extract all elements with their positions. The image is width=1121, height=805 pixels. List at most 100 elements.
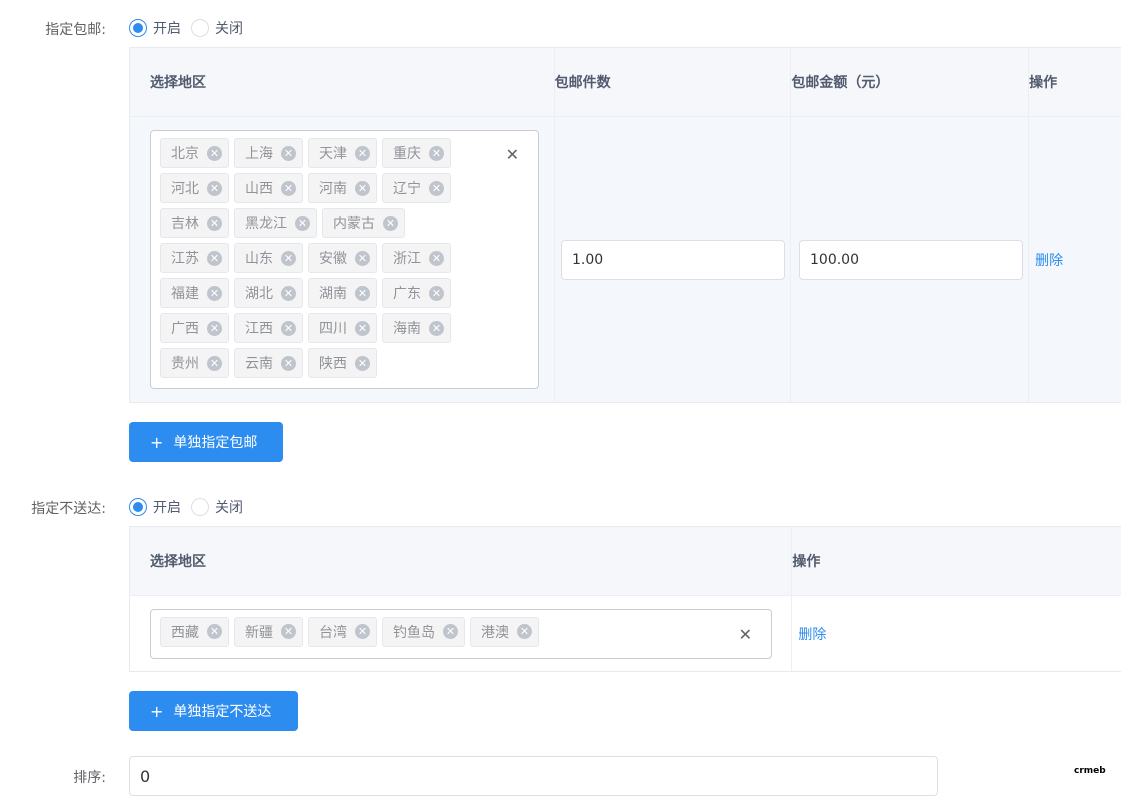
region-tag-label: 北京: [171, 146, 199, 162]
region-tag-label: 黑龙江: [245, 216, 287, 232]
action-cell: 删除: [1029, 117, 1121, 402]
shipping-count-input[interactable]: 1.00: [561, 240, 785, 280]
circle-x-icon[interactable]: ✕: [281, 320, 296, 336]
region-tag: 湖北 ✕: [234, 278, 303, 308]
sort-input[interactable]: 0: [129, 756, 938, 796]
column-header-action: 操作: [1029, 48, 1121, 117]
no-delivery-table: 选择地区 操作 西藏 ✕ 新疆 ✕ 台湾 ✕ 钓鱼岛 ✕ 港澳 ✕ ✕ 删除: [129, 526, 1121, 672]
region-tag-label: 广东: [393, 286, 421, 302]
region-tag-label: 安徽: [319, 251, 347, 267]
radio-on-label: 开启: [153, 500, 181, 516]
close-icon[interactable]: ✕: [739, 625, 752, 644]
region-tag-label: 钓鱼岛: [393, 624, 435, 641]
circle-x-icon[interactable]: ✕: [443, 624, 458, 639]
circle-x-icon[interactable]: ✕: [207, 285, 222, 301]
region-tag-label: 辽宁: [393, 181, 421, 197]
column-header-region: 选择地区: [130, 527, 793, 596]
add-no-delivery-button[interactable]: + 单独指定不送达: [129, 691, 298, 731]
region-tag-label: 河北: [171, 181, 199, 197]
column-header-count: 包邮件数: [554, 48, 792, 117]
region-tag: 湖南 ✕: [308, 278, 377, 308]
region-tag-label: 港澳: [481, 624, 509, 641]
circle-x-icon[interactable]: ✕: [281, 145, 296, 161]
region-tag-label: 陕西: [319, 356, 347, 372]
region-tag-label: 福建: [171, 286, 199, 302]
region-tag: 海南 ✕: [382, 313, 451, 343]
circle-x-icon[interactable]: ✕: [281, 624, 296, 639]
circle-x-icon[interactable]: ✕: [207, 145, 222, 161]
region-tags: 西藏 ✕ 新疆 ✕ 台湾 ✕ 钓鱼岛 ✕ 港澳 ✕: [160, 616, 760, 652]
delete-link[interactable]: 删除: [1035, 250, 1063, 270]
circle-x-icon[interactable]: ✕: [355, 285, 370, 301]
action-cell: 删除: [792, 596, 1121, 671]
region-tag: 贵州 ✕: [160, 348, 229, 378]
circle-x-icon[interactable]: ✕: [355, 180, 370, 196]
region-tag-label: 上海: [245, 146, 273, 162]
add-free-shipping-button[interactable]: + 单独指定包邮: [129, 422, 283, 462]
circle-x-icon[interactable]: ✕: [281, 250, 296, 266]
crmeb-logo: crmeb: [1074, 766, 1106, 776]
circle-x-icon[interactable]: ✕: [429, 285, 444, 301]
free-shipping-radio-on[interactable]: 开启: [129, 18, 181, 38]
column-header-action: 操作: [792, 527, 1121, 596]
no-delivery-radio-off[interactable]: 关闭: [191, 497, 243, 517]
circle-x-icon[interactable]: ✕: [207, 180, 222, 196]
region-tag: 上海 ✕: [234, 138, 303, 168]
circle-x-icon[interactable]: ✕: [429, 320, 444, 336]
region-tag-label: 海南: [393, 321, 421, 337]
region-tag-label: 贵州: [171, 356, 199, 372]
circle-x-icon[interactable]: ✕: [355, 320, 370, 336]
region-tag-label: 浙江: [393, 251, 421, 267]
circle-x-icon[interactable]: ✕: [355, 145, 370, 161]
circle-x-icon[interactable]: ✕: [207, 320, 222, 336]
delete-link[interactable]: 删除: [798, 624, 826, 644]
region-tag: 江苏 ✕: [160, 243, 229, 273]
close-icon[interactable]: ✕: [506, 145, 519, 164]
no-delivery-radio-on[interactable]: 开启: [129, 497, 181, 517]
region-tag: 河北 ✕: [160, 173, 229, 203]
circle-x-icon[interactable]: ✕: [207, 215, 222, 231]
free-shipping-radio-off[interactable]: 关闭: [191, 18, 243, 38]
radio-on-label: 开启: [153, 21, 181, 37]
circle-x-icon[interactable]: ✕: [355, 250, 370, 266]
circle-x-icon[interactable]: ✕: [429, 250, 444, 266]
add-no-delivery-label: 单独指定不送达: [173, 704, 272, 720]
circle-x-icon[interactable]: ✕: [281, 285, 296, 301]
circle-x-icon[interactable]: ✕: [355, 624, 370, 639]
circle-x-icon[interactable]: ✕: [429, 145, 444, 161]
region-cell: 西藏 ✕ 新疆 ✕ 台湾 ✕ 钓鱼岛 ✕ 港澳 ✕ ✕: [130, 596, 793, 671]
region-tag-label: 新疆: [245, 624, 273, 641]
column-header-region: 选择地区: [130, 48, 555, 117]
region-tag-label: 广西: [171, 321, 199, 337]
region-tag: 浙江 ✕: [382, 243, 451, 273]
circle-x-icon[interactable]: ✕: [281, 355, 296, 371]
region-tag-label: 湖北: [245, 286, 273, 302]
circle-x-icon[interactable]: ✕: [295, 215, 310, 231]
region-select[interactable]: 西藏 ✕ 新疆 ✕ 台湾 ✕ 钓鱼岛 ✕ 港澳 ✕ ✕: [150, 608, 772, 659]
circle-x-icon[interactable]: ✕: [383, 215, 398, 231]
region-tag: 辽宁 ✕: [382, 173, 451, 203]
region-tag: 黑龙江 ✕: [234, 208, 317, 238]
circle-x-icon[interactable]: ✕: [207, 624, 222, 639]
region-tag-label: 重庆: [393, 146, 421, 162]
region-tag-label: 江苏: [171, 251, 199, 267]
region-cell: 北京 ✕ 上海 ✕ 天津 ✕ 重庆 ✕ 河北 ✕ 山西 ✕ 河南 ✕ 辽宁 ✕ 吉林 ✕ 黑龙江 ✕ 内蒙古 ✕ 江苏 ✕ 山东…: [130, 117, 555, 402]
circle-x-icon[interactable]: ✕: [207, 355, 222, 371]
circle-x-icon[interactable]: ✕: [281, 180, 296, 196]
region-tag-label: 吉林: [171, 216, 199, 232]
region-tag: 陕西 ✕: [308, 348, 377, 378]
region-tags: 北京 ✕ 上海 ✕ 天津 ✕ 重庆 ✕ 河北 ✕ 山西 ✕ 河南 ✕ 辽宁 ✕ 吉林 ✕ 黑龙江 ✕ 内蒙古 ✕ 江苏 ✕ 山东…: [160, 138, 480, 383]
shipping-amount-input[interactable]: 100.00: [799, 240, 1023, 280]
region-tag: 重庆 ✕: [382, 138, 451, 168]
add-free-shipping-label: 单独指定包邮: [173, 435, 258, 451]
circle-x-icon[interactable]: ✕: [517, 624, 532, 639]
circle-x-icon[interactable]: ✕: [429, 180, 444, 196]
region-tag: 港澳 ✕: [470, 616, 539, 647]
region-tag-label: 山东: [245, 251, 273, 267]
table-row: 西藏 ✕ 新疆 ✕ 台湾 ✕ 钓鱼岛 ✕ 港澳 ✕ ✕ 删除: [130, 596, 1121, 671]
region-select[interactable]: 北京 ✕ 上海 ✕ 天津 ✕ 重庆 ✕ 河北 ✕ 山西 ✕ 河南 ✕ 辽宁 ✕ 吉林 ✕ 黑龙江 ✕ 内蒙古 ✕ 江苏 ✕ 山东…: [150, 130, 539, 389]
circle-x-icon[interactable]: ✕: [355, 355, 370, 371]
circle-x-icon[interactable]: ✕: [207, 250, 222, 266]
region-tag: 山西 ✕: [234, 173, 303, 203]
table-header: 选择地区 包邮件数 包邮金额（元） 操作: [130, 48, 1121, 117]
